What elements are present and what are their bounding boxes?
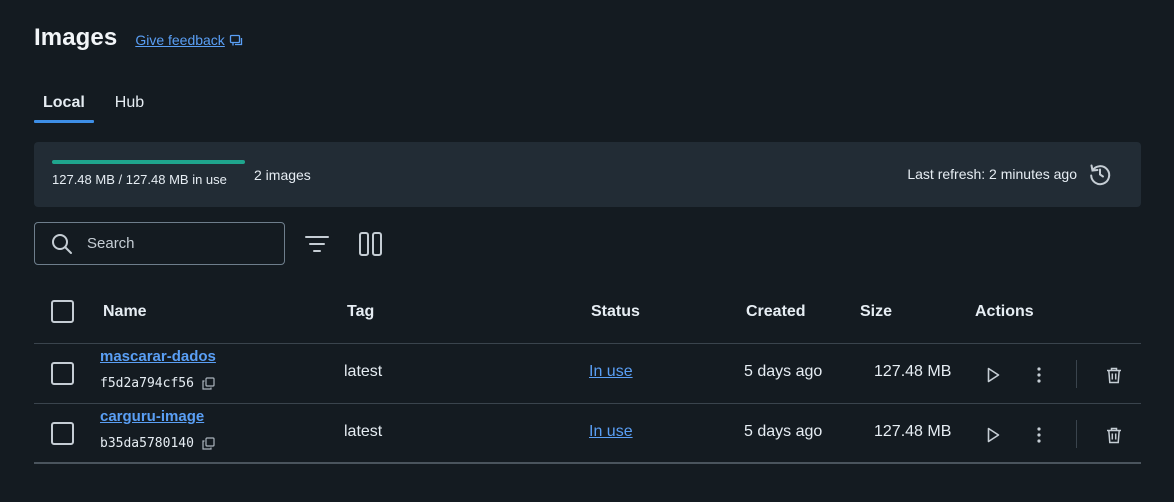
image-created: 5 days ago [744, 363, 823, 380]
image-tag: latest [344, 363, 383, 380]
image-size: 127.48 MB [874, 363, 952, 380]
image-id: f5d2a794cf56 [100, 376, 194, 391]
copy-id-button[interactable] [202, 377, 215, 390]
refresh-button[interactable] [1087, 161, 1113, 187]
table-row[interactable]: carguru-image b35da5780140 latest In use… [34, 404, 1141, 464]
actions-divider [1076, 360, 1077, 388]
more-actions-button[interactable] [1026, 362, 1052, 388]
delete-button[interactable] [1101, 422, 1127, 448]
image-created: 5 days ago [744, 423, 823, 440]
page-header: Images Give feedback [34, 24, 243, 52]
image-toolbar [34, 222, 389, 265]
columns-button[interactable] [353, 226, 389, 262]
column-header-created[interactable]: Created [746, 303, 806, 321]
usage-meter [52, 160, 245, 164]
last-refresh-text: Last refresh: 2 minutes ago [907, 166, 1077, 182]
select-all-checkbox[interactable] [51, 300, 74, 323]
image-name-link[interactable]: mascarar-dados [100, 348, 216, 365]
column-header-name[interactable]: Name [103, 303, 147, 321]
delete-button[interactable] [1101, 362, 1127, 388]
play-icon [987, 367, 1000, 383]
columns-icon [359, 231, 382, 256]
usage-text: 127.48 MB / 127.48 MB in use [52, 172, 227, 187]
image-size: 127.48 MB [874, 423, 952, 440]
column-header-status[interactable]: Status [591, 303, 640, 321]
column-header-size[interactable]: Size [860, 303, 892, 321]
copy-id-button[interactable] [202, 437, 215, 450]
image-name-link[interactable]: carguru-image [100, 408, 204, 425]
play-icon [987, 427, 1000, 443]
image-id: b35da5780140 [100, 436, 194, 451]
usage-meter-fill [52, 160, 245, 164]
row-checkbox[interactable] [51, 362, 74, 385]
images-page: Images Give feedback Local Hub 127.48 MB… [0, 0, 1174, 502]
image-status-link[interactable]: In use [589, 423, 633, 441]
image-status-link[interactable]: In use [589, 363, 633, 381]
column-header-actions: Actions [975, 303, 1034, 320]
search-icon [52, 233, 72, 254]
filter-icon [305, 235, 329, 252]
give-feedback-link[interactable]: Give feedback [135, 32, 243, 48]
more-actions-button[interactable] [1026, 422, 1052, 448]
trash-icon [1107, 367, 1121, 383]
disk-usage-panel: 127.48 MB / 127.48 MB in use 2 images La… [34, 142, 1141, 207]
refresh-icon [1090, 164, 1111, 186]
table-row[interactable]: mascarar-dados f5d2a794cf56 latest In us… [34, 344, 1141, 404]
copy-icon [202, 437, 215, 450]
trash-icon [1107, 427, 1121, 443]
run-button[interactable] [980, 422, 1006, 448]
give-feedback-label: Give feedback [135, 32, 225, 48]
feedback-icon [229, 34, 242, 46]
images-table: Name Tag Status Created Size Actions mas… [34, 290, 1141, 464]
search-box[interactable] [34, 222, 285, 265]
image-id-group: f5d2a794cf56 [100, 376, 215, 391]
search-input[interactable] [87, 235, 267, 252]
row-checkbox[interactable] [51, 422, 74, 445]
image-tag: latest [344, 423, 383, 440]
table-header: Name Tag Status Created Size Actions [34, 290, 1141, 344]
image-count: 2 images [254, 167, 311, 183]
tab-bar: Local Hub [34, 94, 153, 124]
more-vertical-icon [1037, 427, 1041, 443]
tab-hub[interactable]: Hub [106, 94, 153, 124]
run-button[interactable] [980, 362, 1006, 388]
page-title: Images [34, 24, 118, 51]
actions-divider [1076, 420, 1077, 448]
tab-local[interactable]: Local [34, 94, 94, 124]
column-header-tag[interactable]: Tag [347, 303, 374, 321]
image-id-group: b35da5780140 [100, 436, 215, 451]
copy-icon [202, 377, 215, 390]
filter-button[interactable] [299, 226, 335, 262]
more-vertical-icon [1037, 367, 1041, 383]
